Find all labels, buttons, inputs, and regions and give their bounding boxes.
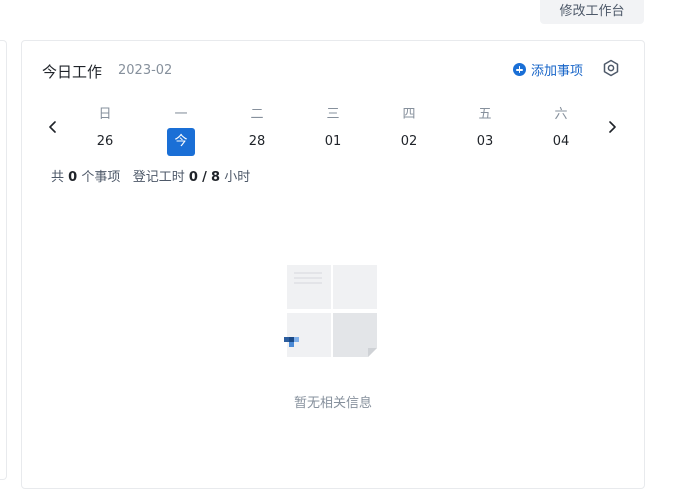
settings-icon[interactable] [602, 59, 620, 77]
weekday-fri: 五 [478, 107, 492, 122]
weekday-wed: 三 [326, 107, 340, 122]
weekday-mon: 一 [174, 107, 188, 122]
day-cell[interactable]: 28 [237, 134, 277, 150]
hours-logged: 0 [188, 170, 198, 185]
day-cell[interactable]: 03 [465, 134, 505, 150]
empty-state-text: 暂无相关信息 [293, 396, 372, 411]
weekday-sat: 六 [554, 107, 568, 122]
modify-workspace-button[interactable]: 修改工作台 [540, 0, 644, 24]
card-date: 2023-02 [118, 63, 173, 78]
item-count: 0 [68, 170, 78, 185]
hours-label: 登记工时 [132, 170, 185, 185]
day-cell[interactable]: 04 [541, 134, 581, 150]
next-week-arrow-icon[interactable] [605, 118, 619, 136]
weekday-thu: 四 [402, 107, 416, 122]
card-title: 今日工作 [42, 63, 103, 81]
workspace: 修改工作台 今日工作 2023-02 添加事项 日 一 二 三 四 五 六 26… [0, 0, 676, 502]
hours-separator: / [202, 170, 207, 185]
plus-circle-icon [513, 63, 526, 76]
summary-item-suffix: 个事项 [81, 170, 121, 185]
left-panel-edge [0, 40, 7, 480]
hours-unit: 小时 [224, 170, 251, 185]
hours-total: 8 [211, 170, 221, 185]
work-summary: 共 0 个事项 登记工时 0 / 8 小时 [51, 166, 250, 185]
empty-state-illustration [284, 265, 377, 357]
day-cell[interactable]: 01 [313, 134, 353, 150]
day-cell[interactable]: 26 [85, 134, 125, 150]
day-cell-today[interactable]: 今 [167, 128, 195, 156]
today-work-card: 今日工作 2023-02 添加事项 日 一 二 三 四 五 六 26 今 28 … [21, 40, 645, 489]
weekday-sun: 日 [98, 107, 112, 122]
summary-prefix: 共 [51, 170, 65, 185]
weekday-tue: 二 [250, 107, 264, 122]
add-item-button[interactable]: 添加事项 [513, 60, 583, 79]
day-cell[interactable]: 02 [389, 134, 429, 150]
add-item-label: 添加事项 [531, 64, 584, 79]
prev-week-arrow-icon[interactable] [46, 118, 60, 136]
